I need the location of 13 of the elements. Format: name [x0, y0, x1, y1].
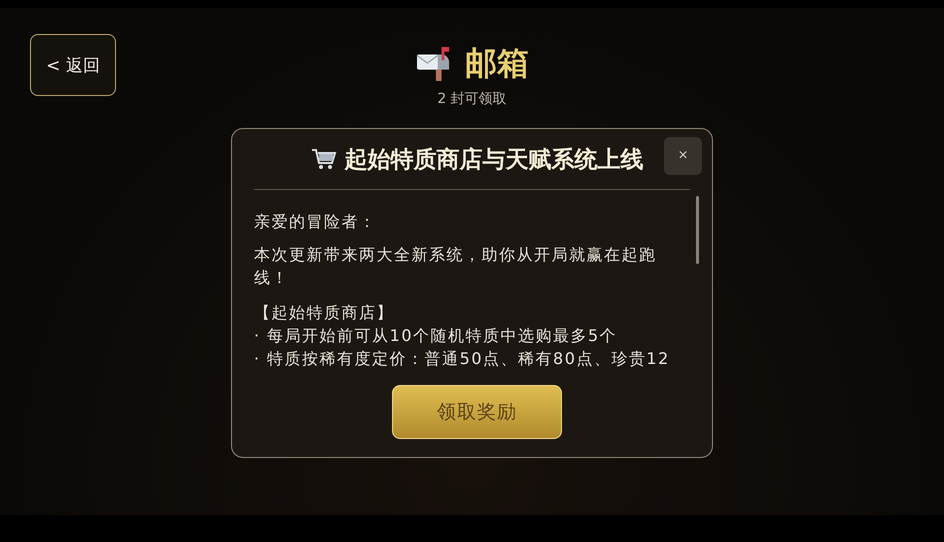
mail-title: 起始特质商店与天赋系统上线	[344, 146, 644, 174]
scrollbar-thumb[interactable]	[696, 196, 700, 264]
bullet-text: · 特质按稀有度定价：普通50点、稀有80点、珍贵12	[254, 348, 671, 370]
back-button[interactable]: < 返回	[30, 34, 116, 96]
cart-icon	[310, 147, 336, 171]
greeting-text: 亲爱的冒险者：	[254, 211, 378, 233]
bullet-text: · 每局开始前可从10个随机特质中选购最多5个	[254, 325, 618, 347]
section-title: 【起始特质商店】	[254, 302, 395, 324]
claim-reward-button[interactable]: 领取奖励	[392, 385, 562, 439]
close-button[interactable]: ×	[664, 137, 702, 175]
intro-text: 本次更新带来两大全新系统，助你从开局就赢在起跑线！	[254, 244, 658, 289]
page-title: 邮箱	[465, 43, 529, 84]
mail-count: 2 封可领取	[437, 90, 507, 108]
